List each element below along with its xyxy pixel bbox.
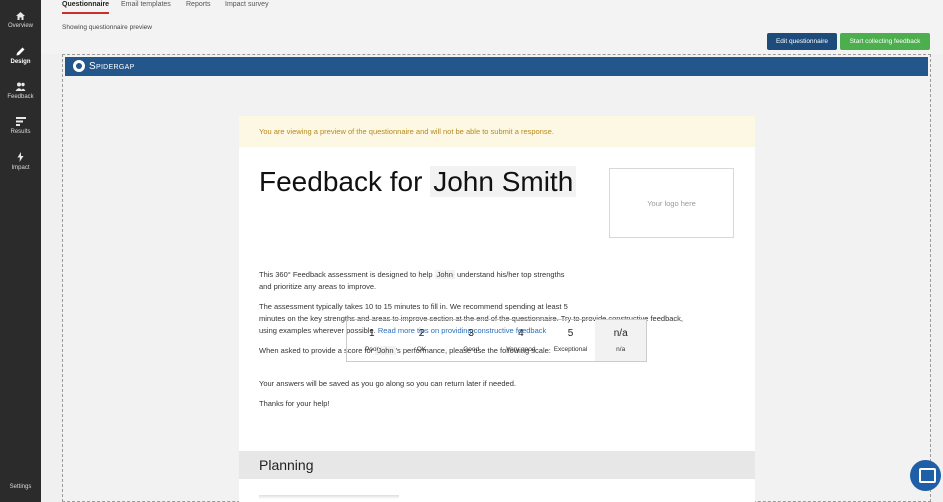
thanks-text: Thanks for your help! xyxy=(259,399,330,408)
preview-status-text: Showing questionnaire preview xyxy=(62,24,152,31)
chat-widget-button[interactable] xyxy=(910,460,941,491)
participant-first-name: John xyxy=(434,270,455,279)
sidebar-item-impact[interactable]: Impact xyxy=(0,152,41,171)
scale-value: 4 xyxy=(518,328,524,339)
top-tabs: Questionnaire Email templates Reports Im… xyxy=(41,0,943,14)
scale-cell: 3 Good xyxy=(446,320,496,361)
pencil-icon xyxy=(16,47,25,56)
tab-impact-survey[interactable]: Impact survey xyxy=(225,0,269,14)
scale-value: 2 xyxy=(418,328,425,339)
sidebar-item-label: Results xyxy=(10,129,31,135)
bolt-icon xyxy=(17,152,24,162)
intro-text: This 360° Feedback assessment is designe… xyxy=(259,270,433,279)
sidebar-item-feedback[interactable]: Feedback xyxy=(0,82,41,100)
sidebar: Overview Design Feedback Results Impact … xyxy=(0,0,41,502)
intro-paragraph: This 360° Feedback assessment is designe… xyxy=(259,269,565,293)
time-text: The assessment typically takes 10 to 15 … xyxy=(259,302,568,311)
brand-name: Spidergap xyxy=(89,60,135,72)
rating-scale-table: 1 Poor 2 OK 3 Good 4 Very good 5 Excepti… xyxy=(346,319,647,362)
edit-questionnaire-button[interactable]: Edit questionnaire xyxy=(767,33,837,50)
home-icon xyxy=(16,12,25,20)
logo-placeholder: Your logo here xyxy=(609,168,734,238)
saved-note: Your answers will be saved as you go alo… xyxy=(259,379,516,388)
sidebar-item-label: Impact xyxy=(11,165,30,171)
section-header-planning: Planning xyxy=(239,451,755,479)
preview-notice: You are viewing a preview of the questio… xyxy=(239,116,755,147)
questionnaire-preview-frame[interactable]: Spidergap You are viewing a preview of t… xyxy=(62,54,931,502)
scale-cell: 2 OK xyxy=(397,320,447,361)
tab-email-templates[interactable]: Email templates xyxy=(121,0,171,14)
tab-reports[interactable]: Reports xyxy=(186,0,211,14)
spidergap-logo: Spidergap xyxy=(73,60,135,72)
sidebar-item-label: Settings xyxy=(9,484,32,490)
intro-text: understand his/her top strengths xyxy=(456,270,565,279)
sidebar-item-results[interactable]: Results xyxy=(0,117,41,135)
spidergap-logo-icon xyxy=(73,60,85,72)
title-prefix: Feedback for xyxy=(259,166,423,197)
sidebar-item-overview[interactable]: Overview xyxy=(0,12,41,29)
scale-cell: 4 Very good xyxy=(496,320,546,361)
bars-icon xyxy=(15,117,26,126)
scale-label: OK xyxy=(416,346,427,353)
intro-text: and prioritize any areas to improve. xyxy=(259,282,377,291)
sidebar-item-design[interactable]: Design xyxy=(0,47,41,65)
scale-label: n/a xyxy=(616,346,626,353)
scale-label: Poor xyxy=(364,346,379,353)
tab-questionnaire[interactable]: Questionnaire xyxy=(62,0,110,14)
start-collecting-feedback-button[interactable]: Start collecting feedback xyxy=(840,33,930,50)
subheader: Showing questionnaire preview Edit quest… xyxy=(41,14,943,54)
scale-value: n/a xyxy=(613,328,628,339)
sidebar-item-label: Design xyxy=(10,59,31,65)
sidebar-item-label: Feedback xyxy=(7,94,34,100)
questionnaire-card: You are viewing a preview of the questio… xyxy=(239,116,755,502)
scale-cell: 5 Exceptional xyxy=(546,320,596,361)
scale-value: 5 xyxy=(567,328,574,339)
scale-label: Good xyxy=(463,346,480,353)
scale-value: 3 xyxy=(468,328,474,339)
scale-value: 1 xyxy=(369,328,375,339)
users-icon xyxy=(15,82,26,91)
sidebar-item-label: Overview xyxy=(7,23,33,29)
cut-off-question-text xyxy=(259,495,399,499)
scale-label: Very good xyxy=(506,346,536,353)
scale-cell-na: n/a n/a xyxy=(595,320,647,361)
scale-cell: 1 Poor xyxy=(347,320,397,361)
participant-name: John Smith xyxy=(430,166,577,197)
sidebar-item-settings[interactable]: Settings xyxy=(0,484,41,490)
scale-label: Exceptional xyxy=(553,346,588,353)
page-title: Feedback for John Smith xyxy=(259,166,577,198)
brand-header: Spidergap xyxy=(65,57,928,76)
